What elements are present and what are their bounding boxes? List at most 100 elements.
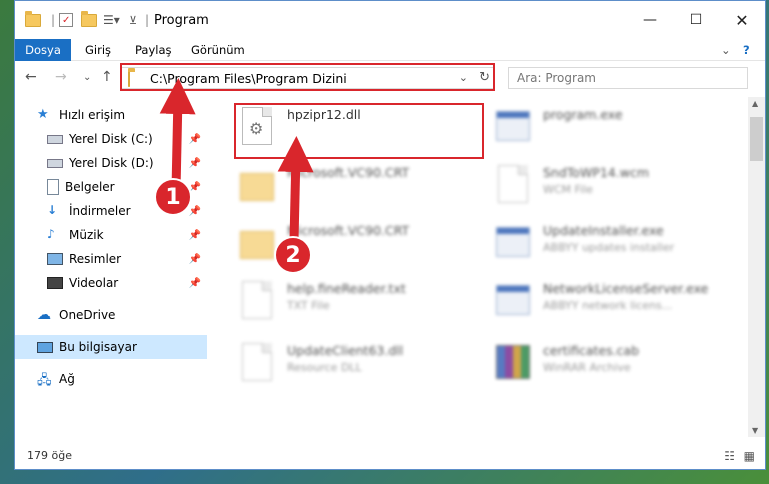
sidebar-item-network[interactable]: 🖧 Ağ [15, 367, 207, 391]
back-icon[interactable]: ← [25, 69, 37, 85]
forward-icon[interactable]: → [55, 69, 67, 85]
pictures-icon [47, 253, 63, 265]
sidebar-item-this-pc[interactable]: Bu bilgisayar [15, 335, 207, 359]
sidebar-item-label: Hızlı erişim [59, 108, 126, 122]
sidebar-item-music[interactable]: ♪ Müzik 📌 [15, 223, 207, 247]
folder-icon [25, 10, 41, 29]
network-icon: 🖧 [37, 373, 52, 388]
drive-icon [47, 134, 63, 144]
file-item[interactable]: help.fineReader.txt TXT File [237, 279, 487, 337]
folder-icon [237, 221, 277, 265]
file-type: WCM File [543, 183, 593, 196]
sidebar-item-label: Belgeler [65, 180, 115, 194]
cloud-icon: ☁ [37, 307, 51, 323]
sidebar-item-onedrive[interactable]: ☁ OneDrive [15, 303, 207, 327]
archive-icon [493, 341, 533, 385]
sidebar-item-label: Videolar [69, 276, 119, 290]
sidebar-item-label: Bu bilgisayar [59, 340, 137, 354]
maximize-button[interactable]: ☐ [673, 1, 719, 39]
file-type: ABBYY network licens... [543, 299, 673, 312]
videos-icon [47, 277, 63, 289]
file-name: Microsoft.VC90.CRT [287, 165, 410, 180]
documents-icon [47, 179, 59, 195]
file-name: program.exe [543, 107, 623, 122]
tab-view[interactable]: Görünüm [191, 39, 245, 61]
sidebar-item-label: Yerel Disk (C:) [69, 132, 153, 146]
view-icon[interactable]: ☰▾ [103, 11, 120, 29]
address-highlight-box [120, 63, 495, 91]
help-icon[interactable]: ? [743, 39, 750, 61]
details-view-icon[interactable]: ☷ [724, 449, 735, 463]
recent-locations-icon[interactable]: ⌄ [83, 72, 91, 83]
sidebar-item-label: Ağ [59, 372, 75, 386]
pin-icon[interactable]: 📌 [189, 254, 201, 265]
ribbon: Dosya Giriş Paylaş Görünüm ⌄ ? [15, 39, 765, 61]
tab-share[interactable]: Paylaş [135, 39, 172, 61]
sidebar-item-pictures[interactable]: Resimler 📌 [15, 247, 207, 271]
file-name: certificates.cab [543, 343, 640, 358]
navigation-pane: ★ Hızlı erişim Yerel Disk (C:) 📌 Yerel D… [15, 97, 211, 437]
file-item[interactable]: certificates.cab WinRAR Archive [493, 341, 743, 399]
separator: | [51, 13, 56, 27]
exe-icon [493, 279, 533, 323]
customize-toolbar-icon[interactable]: ⊻ [129, 11, 137, 29]
sidebar-item-label: OneDrive [59, 308, 116, 322]
pin-icon[interactable]: 📌 [189, 206, 201, 217]
file-type: TXT File [287, 299, 330, 312]
new-folder-icon[interactable] [81, 10, 97, 29]
pin-icon[interactable]: 📌 [189, 158, 201, 169]
file-item[interactable]: SndToWP14.wcm WCM File [493, 163, 743, 221]
minimize-button[interactable]: — [627, 1, 673, 39]
file-item[interactable]: Microsoft.VC90.CRT [237, 163, 487, 221]
tab-home[interactable]: Giriş [85, 39, 111, 61]
step-1-badge: 1 [154, 178, 192, 216]
file-item[interactable]: UpdateInstaller.exe ABBYY updates instal… [493, 221, 743, 279]
exe-icon [493, 221, 533, 265]
search-box[interactable]: Ara: Program [508, 67, 748, 89]
search-input[interactable]: Ara: Program [517, 71, 596, 85]
large-icons-view-icon[interactable]: ▦ [744, 449, 755, 463]
file-type: ABBYY updates installer [543, 241, 675, 254]
vertical-scrollbar[interactable]: ▲ ▼ [748, 97, 765, 437]
file-item[interactable]: NetworkLicenseServer.exe ABBYY network l… [493, 279, 743, 337]
pin-icon[interactable]: 📌 [189, 134, 201, 145]
drive-icon [47, 158, 63, 168]
separator: | [145, 13, 150, 27]
scroll-down-icon[interactable]: ▼ [752, 426, 758, 435]
star-icon: ★ [37, 107, 49, 122]
item-count: 179 öğe [27, 449, 72, 462]
window-title: Program [154, 13, 209, 28]
file-name: UpdateInstaller.exe [543, 223, 664, 238]
text-file-icon [237, 279, 277, 323]
computer-icon [37, 341, 53, 353]
file-item[interactable]: program.exe [493, 105, 743, 163]
up-icon[interactable]: ↑ [101, 69, 113, 85]
pin-icon[interactable]: 📌 [189, 230, 201, 241]
sidebar-item-label: İndirmeler [69, 204, 131, 218]
file-highlight-box [234, 103, 484, 159]
properties-icon[interactable]: ✓ [59, 11, 73, 29]
folder-icon [237, 163, 277, 207]
sidebar-item-local-disk-d[interactable]: Yerel Disk (D:) 📌 [15, 151, 207, 175]
exe-icon [493, 105, 533, 149]
music-icon: ♪ [47, 227, 55, 241]
tab-file[interactable]: Dosya [15, 39, 71, 61]
file-name: SndToWP14.wcm [543, 165, 649, 180]
file-item[interactable]: UpdateClient63.dll Resource DLL [237, 341, 487, 399]
sidebar-item-local-disk-c[interactable]: Yerel Disk (C:) 📌 [15, 127, 207, 151]
close-button[interactable]: ✕ [719, 1, 765, 39]
sidebar-item-label: Müzik [69, 228, 104, 242]
scroll-up-icon[interactable]: ▲ [752, 99, 758, 108]
explorer-window: | ✓ ☰▾ ⊻ | Program — ☐ ✕ Dosya Giriş Pay… [14, 0, 766, 470]
file-name: Microsoft.VC90.CRT [287, 223, 410, 238]
pin-icon[interactable]: 📌 [189, 278, 201, 289]
step-2-badge: 2 [274, 236, 312, 274]
sidebar-item-quick-access[interactable]: ★ Hızlı erişim [15, 103, 207, 127]
sidebar-item-videos[interactable]: Videolar 📌 [15, 271, 207, 295]
sidebar-item-label: Yerel Disk (D:) [69, 156, 154, 170]
scrollbar-thumb[interactable] [750, 117, 763, 161]
expand-ribbon-icon[interactable]: ⌄ [721, 39, 731, 61]
file-name: UpdateClient63.dll [287, 343, 404, 358]
dll-gear-icon [237, 341, 277, 385]
sidebar-item-label: Resimler [69, 252, 122, 266]
